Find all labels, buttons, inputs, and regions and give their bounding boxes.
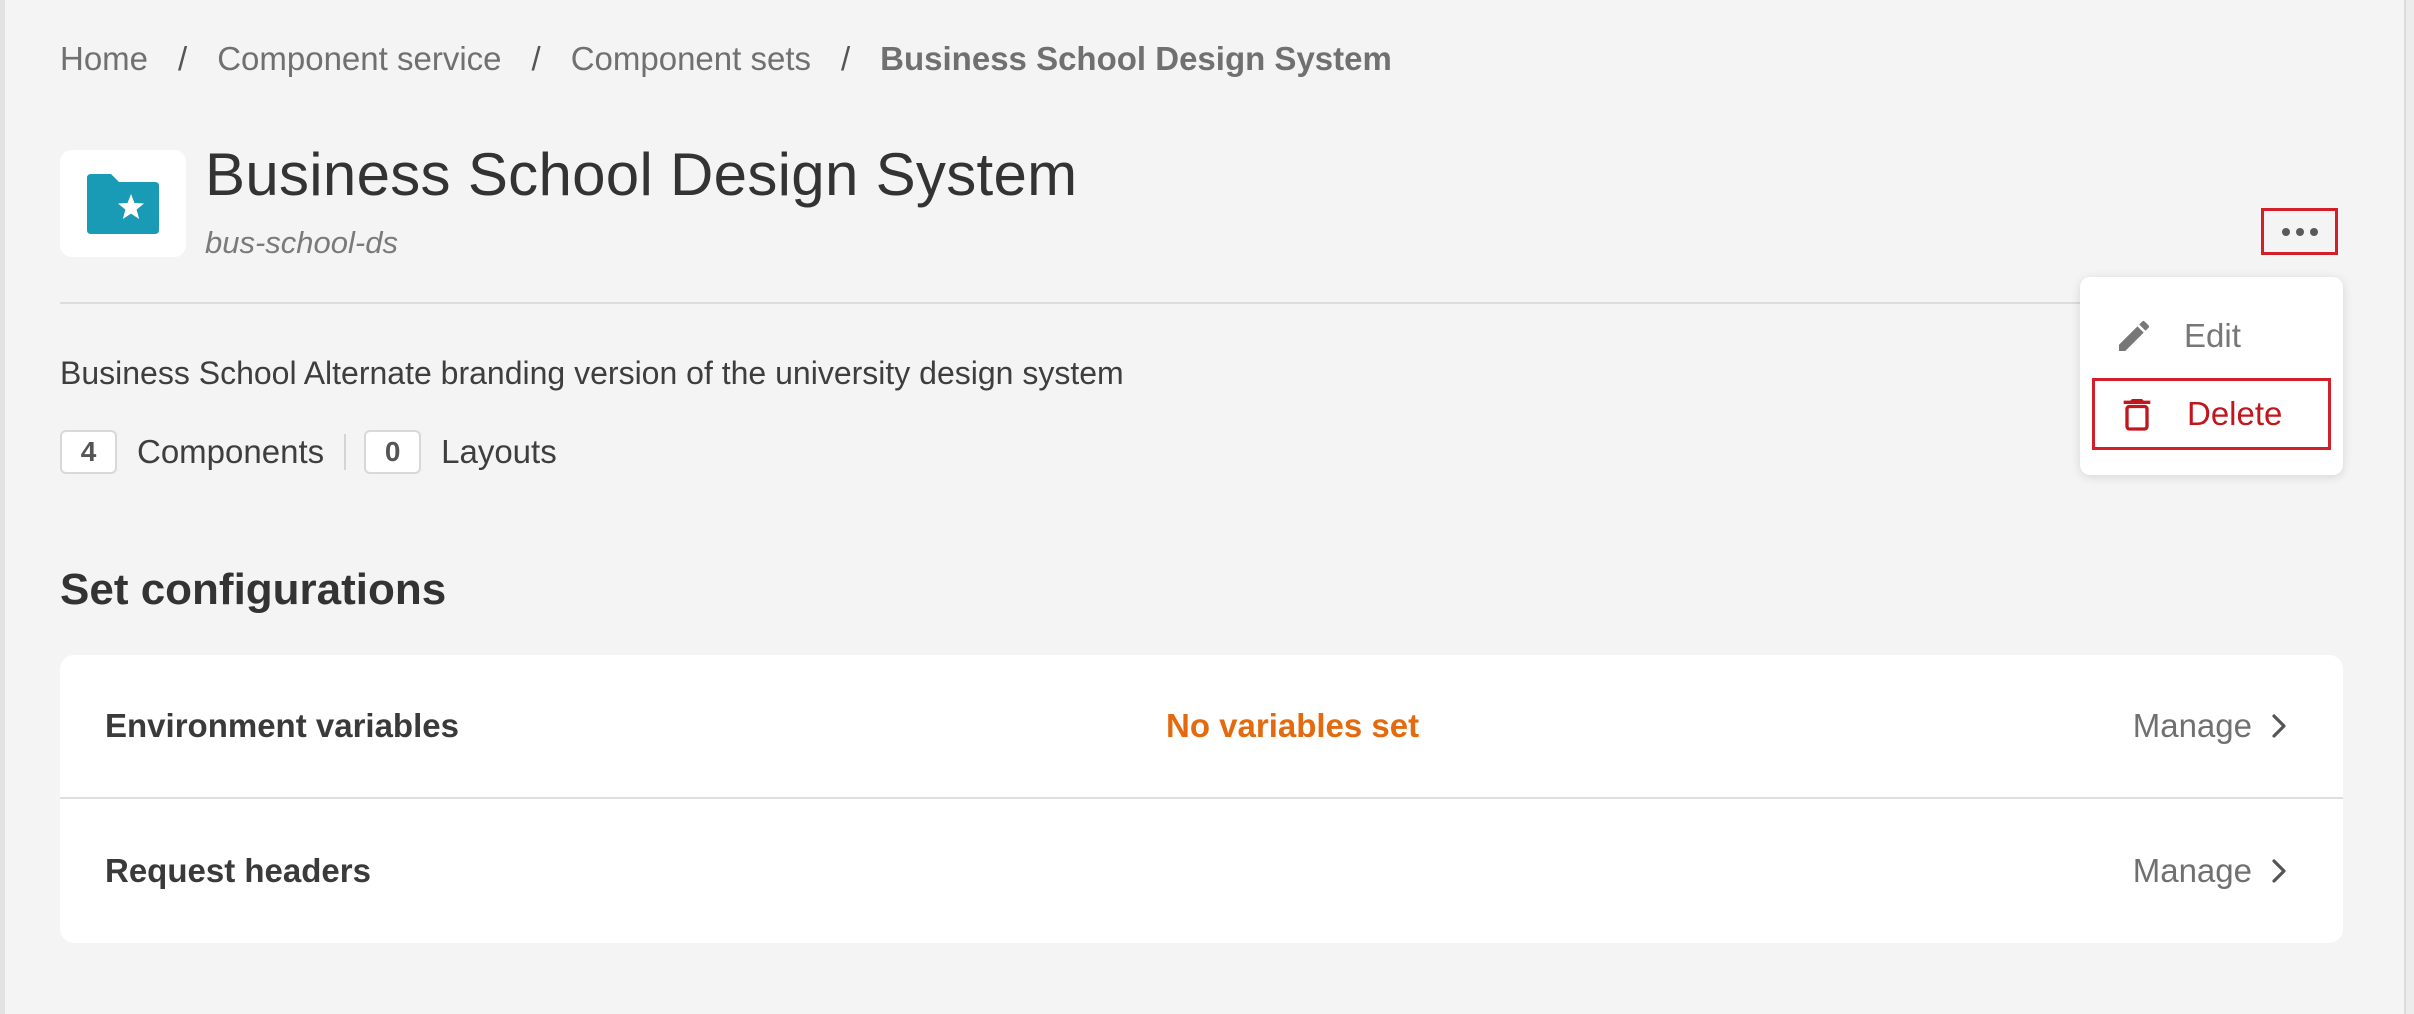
breadcrumb-separator: /	[841, 40, 851, 77]
manage-label: Manage	[2132, 852, 2252, 889]
menu-item-delete[interactable]: Delete	[2092, 378, 2331, 450]
config-row-environment-variables: Environment variables No variables set M…	[60, 655, 2343, 799]
config-row-status: No variables set	[1166, 707, 1420, 744]
breadcrumb-separator: /	[178, 40, 188, 77]
set-icon-tile	[60, 150, 186, 257]
manage-environment-variables-link[interactable]: Manage	[2133, 707, 2288, 745]
chevron-right-icon	[2270, 713, 2288, 739]
more-dots-icon	[2309, 227, 2318, 236]
config-row-label: Environment variables	[105, 707, 459, 744]
more-options-button[interactable]	[2261, 208, 2338, 255]
menu-item-edit-label: Edit	[2184, 317, 2241, 354]
config-row-request-headers: Request headers Manage	[60, 799, 2343, 943]
manage-label: Manage	[2132, 707, 2252, 744]
breadcrumb-component-sets[interactable]: Component sets	[571, 40, 811, 78]
manage-request-headers-link[interactable]: Manage	[2133, 852, 2288, 890]
components-count-label: Components	[137, 433, 325, 470]
section-title: Set configurations	[60, 565, 447, 614]
breadcrumb-home[interactable]: Home	[60, 40, 148, 78]
configurations-card: Environment variables No variables set M…	[60, 655, 2343, 943]
breadcrumb-component-service[interactable]: Component service	[217, 40, 501, 78]
counts-bar: 4 Components 0 Layouts	[60, 430, 557, 474]
folder-star-icon	[87, 173, 159, 234]
set-description: Business School Alternate branding versi…	[60, 355, 1124, 391]
more-dots-icon	[2281, 227, 2290, 236]
header-divider	[60, 302, 2100, 304]
breadcrumb-current: Business School Design System	[880, 40, 1392, 77]
trash-icon	[2117, 394, 2157, 434]
chevron-right-icon	[2270, 858, 2288, 884]
scrollbar[interactable]	[2404, 0, 2414, 1014]
counts-separator	[344, 434, 347, 470]
components-count-badge: 4	[60, 430, 117, 474]
breadcrumb-separator: /	[531, 40, 541, 77]
menu-item-edit[interactable]: Edit	[2092, 300, 2331, 372]
pencil-icon	[2114, 316, 2154, 356]
page-slug: bus-school-ds	[205, 225, 398, 260]
menu-item-delete-label: Delete	[2187, 395, 2283, 432]
layouts-count-badge: 0	[364, 430, 422, 474]
page-title: Business School Design System	[205, 141, 1078, 208]
layouts-count-label: Layouts	[441, 433, 557, 470]
breadcrumb: Home / Component service / Component set…	[60, 40, 1392, 78]
config-row-label: Request headers	[105, 852, 371, 889]
more-dots-icon	[2295, 227, 2304, 236]
